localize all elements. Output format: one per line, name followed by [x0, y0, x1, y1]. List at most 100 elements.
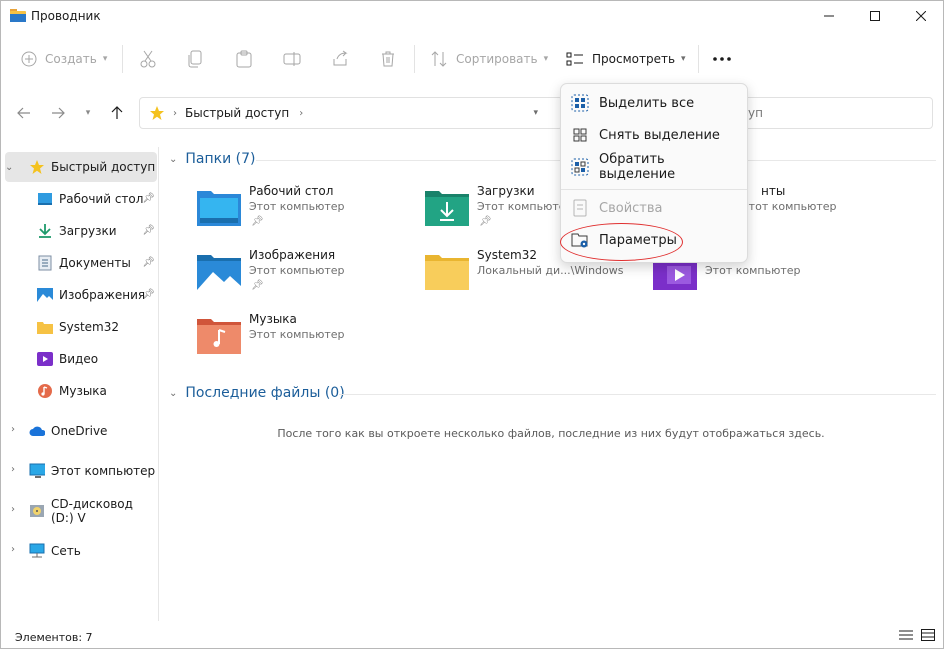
sidebar-item-documents[interactable]: Документы 📌︎: [5, 248, 157, 278]
pin-icon: 📌︎: [142, 289, 155, 300]
sidebar-item-this-pc[interactable]: › Этот компьютер: [5, 456, 157, 486]
arrow-right-icon: [52, 107, 65, 119]
desktop-icon: [37, 191, 53, 207]
sidebar-item-onedrive[interactable]: › OneDrive: [5, 416, 157, 446]
folder-location: Локальный ди...\Windows: [477, 264, 624, 277]
downloads-folder-icon: [425, 191, 469, 226]
chevron-down-icon: ▾: [543, 54, 549, 64]
pin-icon: 📌︎: [251, 280, 264, 291]
forward-button[interactable]: [47, 101, 69, 125]
chevron-right-icon[interactable]: ›: [11, 544, 15, 555]
recent-locations-button[interactable]: ▾: [77, 101, 99, 125]
breadcrumb-chevron-icon: ›: [173, 107, 177, 119]
folders-group-header[interactable]: ⌄ Папки (7): [169, 151, 256, 167]
cut-button[interactable]: [139, 45, 157, 73]
menu-item-invert-selection[interactable]: Обратить выделение: [565, 152, 745, 182]
folder-icon: [37, 319, 53, 335]
sidebar-item-desktop[interactable]: Рабочий стол 📌︎: [5, 184, 157, 214]
pin-icon: 📌︎: [142, 257, 155, 268]
chevron-right-icon[interactable]: ›: [11, 424, 15, 435]
sidebar-item-label: OneDrive: [51, 424, 108, 438]
menu-divider: [561, 189, 747, 190]
chevron-down-icon: ⌄: [169, 387, 178, 399]
chevron-down-icon[interactable]: ⌄: [5, 162, 13, 173]
sidebar-item-downloads[interactable]: Загрузки 📌︎: [5, 216, 157, 246]
sort-label: Сортировать: [456, 52, 538, 66]
view-button[interactable]: Просмотреть ▾: [566, 45, 686, 73]
folder-location: Этот компьютер: [705, 264, 801, 277]
toolbar-divider: [122, 45, 123, 73]
sidebar-item-label: Этот компьютер: [51, 464, 156, 478]
back-button[interactable]: [13, 101, 35, 125]
recent-group-header[interactable]: ⌄ Последние файлы (0): [169, 385, 345, 401]
pictures-folder-icon: [197, 255, 241, 290]
star-icon: [29, 159, 45, 175]
status-item-count: Элементов: 7: [15, 631, 93, 644]
folder-location: Этот компьютер: [249, 328, 345, 341]
folder-location: Этот компьютер: [741, 200, 837, 213]
copy-button[interactable]: [187, 45, 205, 73]
recent-group-title: Последние файлы (0): [185, 385, 345, 401]
menu-item-properties[interactable]: Свойства: [565, 193, 745, 223]
minimize-button[interactable]: [806, 1, 852, 31]
pin-icon: 📌︎: [142, 193, 155, 204]
sidebar-item-cd-drive[interactable]: › CD-дисковод (D:) V: [5, 496, 157, 526]
sidebar-item-label: Музыка: [59, 384, 107, 398]
rename-button[interactable]: [283, 45, 301, 73]
breadcrumb-quick-access[interactable]: Быстрый доступ: [185, 106, 289, 120]
folder-icon: [425, 255, 469, 290]
select-none-icon: [571, 126, 589, 144]
folder-name: System32: [477, 248, 538, 262]
folder-tile-pictures[interactable]: Изображения Этот компьютер 📌︎: [197, 248, 417, 308]
explorer-window: Проводник Создать ▾ Сортировать ▾ Просмо…: [0, 0, 944, 649]
create-button[interactable]: Создать ▾: [21, 45, 107, 73]
more-options-button[interactable]: [712, 45, 732, 73]
sidebar-item-label: Рабочий стол: [59, 192, 144, 206]
chevron-right-icon[interactable]: ›: [11, 504, 15, 515]
maximize-button[interactable]: [852, 1, 898, 31]
sidebar-item-quick-access[interactable]: ⌄ Быстрый доступ: [5, 152, 157, 182]
invert-selection-icon: [571, 158, 589, 176]
paste-button[interactable]: [235, 45, 253, 73]
menu-item-select-none[interactable]: Снять выделение: [565, 120, 745, 150]
sidebar-item-music[interactable]: Музыка: [5, 376, 157, 406]
copy-icon: [188, 50, 202, 68]
maximize-icon: [870, 11, 880, 21]
arrow-left-icon: [17, 107, 30, 119]
view-list-icon: [566, 52, 583, 66]
address-history-chevron-icon[interactable]: ▾: [533, 108, 538, 118]
sidebar-item-label: CD-дисковод (D:) V: [51, 497, 133, 525]
sidebar-item-label: Видео: [59, 352, 99, 366]
sidebar-item-videos[interactable]: Видео: [5, 344, 157, 374]
delete-button[interactable]: [379, 45, 397, 73]
sidebar-item-label: Быстрый доступ: [51, 160, 156, 174]
tiles-view-button[interactable]: [921, 629, 937, 643]
music-folder-icon: [197, 319, 241, 354]
close-button[interactable]: [898, 1, 944, 31]
folder-tile-music[interactable]: Музыка Этот компьютер: [197, 312, 417, 372]
sidebar-item-system32[interactable]: System32: [5, 312, 157, 342]
desktop-folder-icon: [197, 191, 241, 226]
up-button[interactable]: [106, 101, 128, 125]
details-view-button[interactable]: [899, 629, 915, 643]
folder-tile-desktop[interactable]: Рабочий стол Этот компьютер 📌︎: [197, 184, 417, 244]
chevron-right-icon[interactable]: ›: [11, 464, 15, 475]
toolbar-divider: [698, 45, 699, 73]
delete-icon: [382, 51, 394, 67]
more-icon: [713, 57, 731, 61]
sidebar-item-label: System32: [59, 320, 120, 334]
share-button[interactable]: [331, 45, 349, 73]
menu-item-select-all[interactable]: Выделить все: [565, 88, 745, 118]
group-divider: [339, 394, 936, 395]
cloud-icon: [29, 423, 45, 439]
sidebar-item-network[interactable]: › Сеть: [5, 536, 157, 566]
navigation-pane: ⌄ Быстрый доступ Рабочий стол 📌︎ Загрузк…: [1, 147, 159, 621]
folder-location: Этот компьютер: [477, 200, 573, 213]
sort-button[interactable]: Сортировать ▾: [430, 45, 548, 73]
cut-icon: [140, 50, 156, 68]
sidebar-item-pictures[interactable]: Изображения 📌︎: [5, 280, 157, 310]
folder-location: Этот компьютер: [249, 264, 345, 277]
chevron-down-icon: ▾: [85, 108, 91, 118]
title-bar: Проводник: [1, 1, 943, 31]
address-bar[interactable]: › Быстрый доступ › ▾: [139, 97, 563, 129]
